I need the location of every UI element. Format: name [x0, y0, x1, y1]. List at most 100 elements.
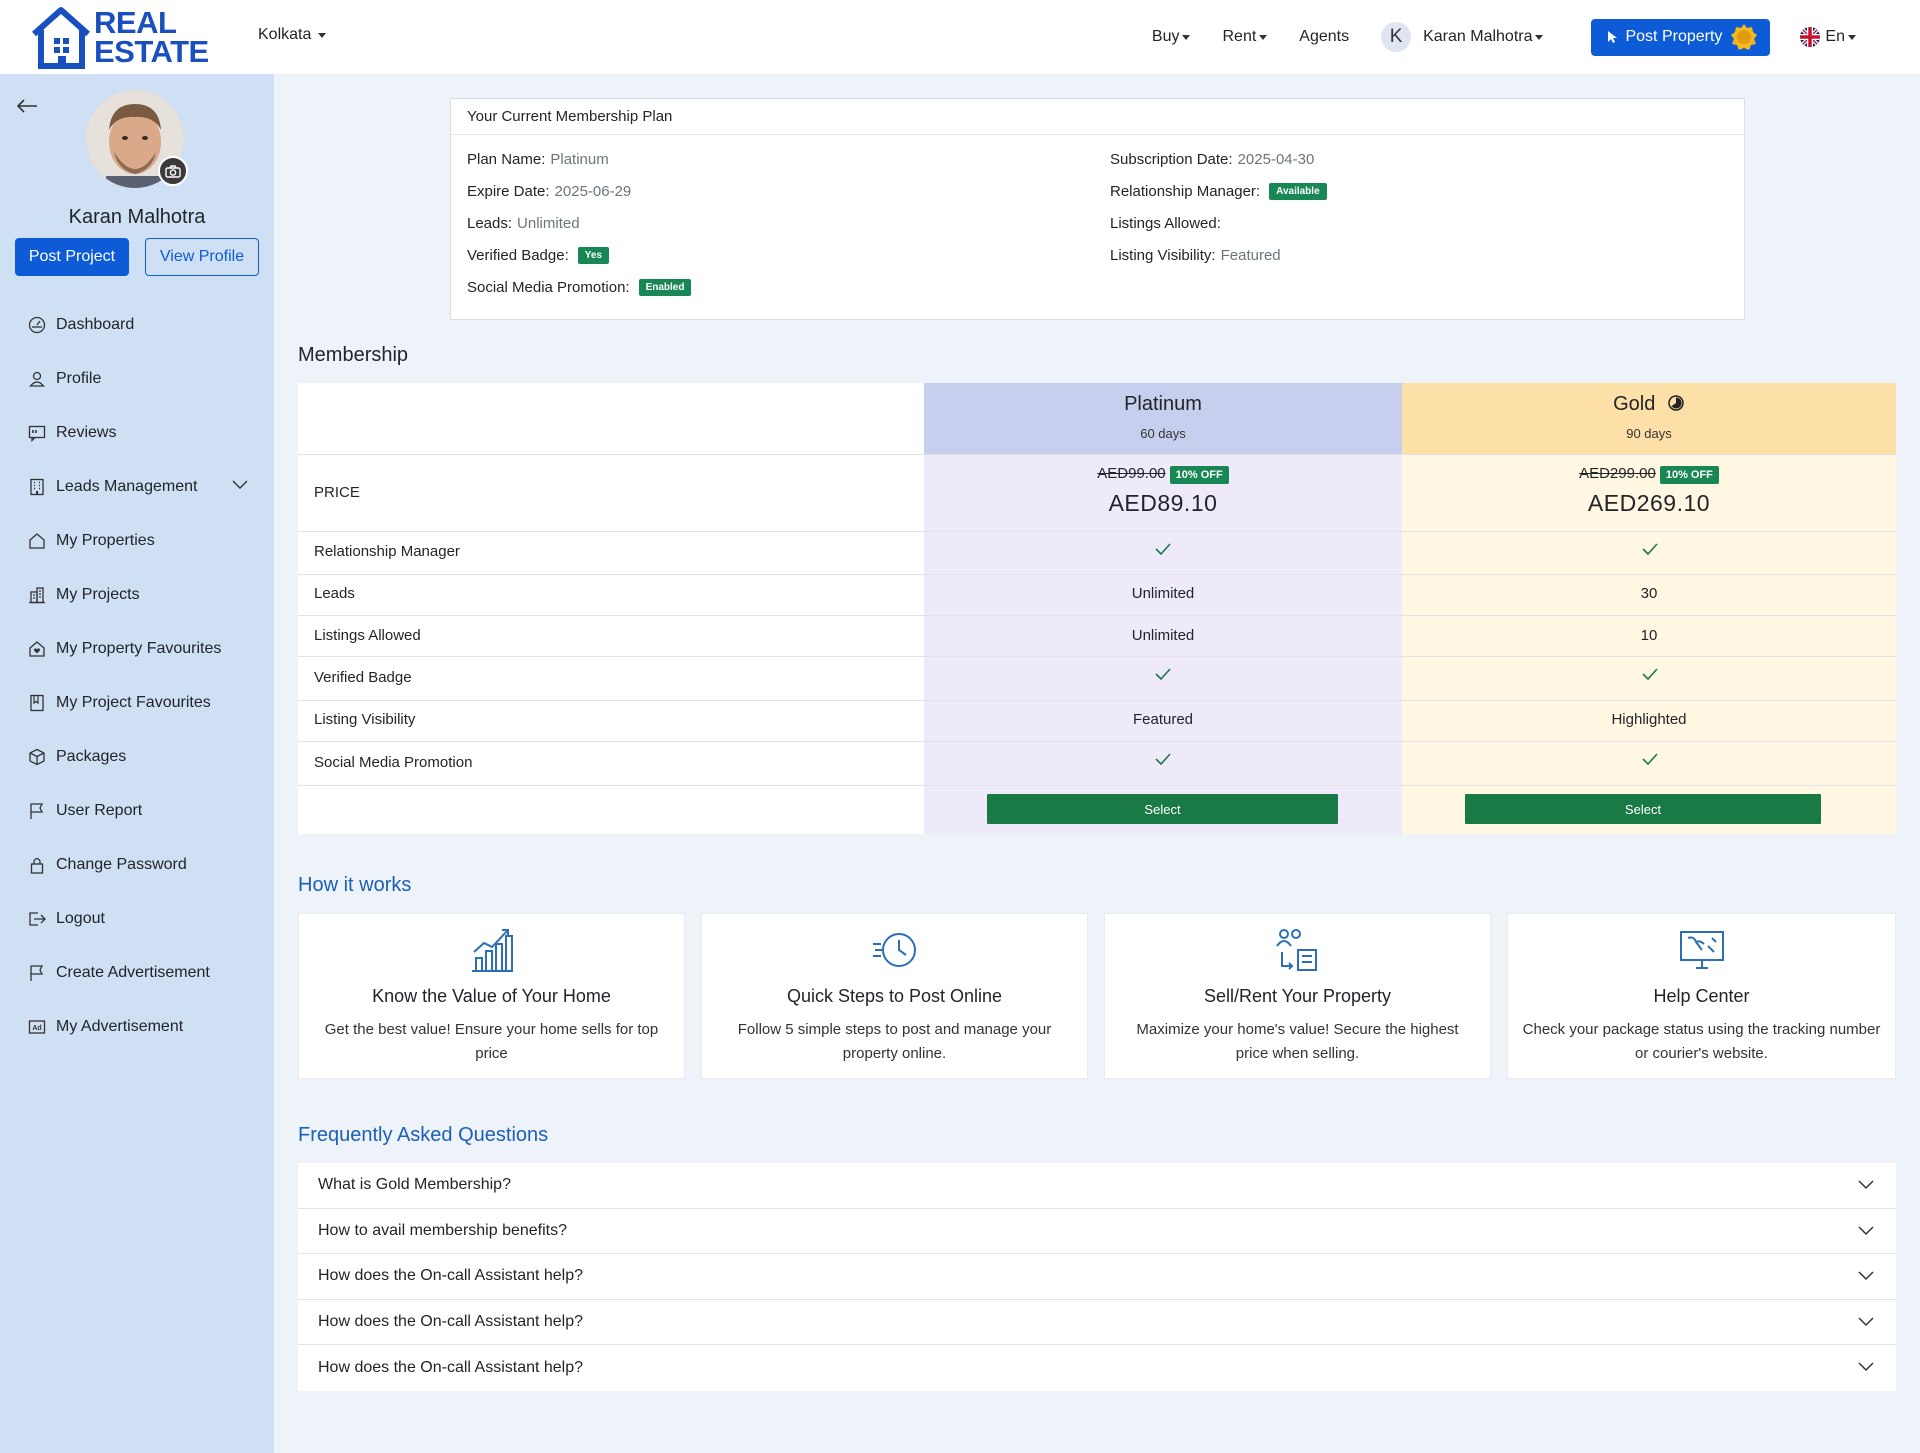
view-profile-button[interactable]: View Profile [145, 238, 259, 276]
sidebar-item-user-report[interactable]: User Report [0, 784, 274, 838]
user-name: Karan Malhotra [1423, 28, 1533, 45]
sidebar-item-label: Change Password [56, 856, 187, 873]
user-icon [29, 371, 45, 387]
exchange-people-icon [1275, 929, 1317, 971]
platinum-header: Platinum 60 days [924, 383, 1402, 454]
card-text: Maximize your home's value! Secure the h… [1136, 1021, 1459, 1062]
current-plan-title: Your Current Membership Plan [451, 99, 1744, 135]
gold-listings: 10 [1640, 627, 1658, 644]
nav-rent[interactable]: Rent [1222, 28, 1268, 46]
chart-growth-icon [471, 929, 513, 972]
faq-item[interactable]: How does the On-call Assistant help? [298, 1254, 1896, 1300]
row-label: Listing Visibility [314, 711, 416, 728]
sidebar-item-my-project-favourites[interactable]: My Project Favourites [0, 676, 274, 730]
leads-value: Unlimited [517, 215, 580, 232]
user-avatar: K [1381, 22, 1412, 52]
post-project-button[interactable]: Post Project [15, 238, 129, 276]
leads-row: Leads: Unlimited [467, 215, 580, 232]
sidebar-item-my-advertisement[interactable]: Ad My Advertisement [0, 1000, 274, 1054]
sidebar-item-reviews[interactable]: Reviews [0, 406, 274, 460]
house-icon [29, 533, 45, 549]
row-label: Leads [314, 585, 355, 602]
sidebar-item-my-projects[interactable]: My Projects [0, 568, 274, 622]
language-dropdown[interactable]: En [1800, 27, 1856, 47]
svg-text:Ad: Ad [32, 1025, 41, 1032]
faq-item[interactable]: How does the On-call Assistant help? [298, 1300, 1896, 1346]
sidebar-item-my-property-favourites[interactable]: My Property Favourites [0, 622, 274, 676]
relationship-manager-row: Relationship Manager: Available [1110, 183, 1327, 200]
faq-item[interactable]: How does the On-call Assistant help? [298, 1345, 1896, 1391]
camera-icon[interactable] [158, 156, 188, 186]
back-arrow-icon[interactable] [16, 98, 38, 114]
lock-icon [30, 857, 44, 874]
sidebar-item-packages[interactable]: Packages [0, 730, 274, 784]
buildings-icon [29, 587, 45, 604]
faq-question: What is Gold Membership? [318, 1176, 511, 1194]
caret-down-icon [318, 32, 327, 38]
platinum-listings: Unlimited [1131, 627, 1195, 644]
box-icon [29, 748, 45, 766]
plan-name-wrap: Gold [1402, 393, 1896, 416]
listings-allowed-row: Listings Allowed: [1110, 215, 1226, 232]
check-icon [1642, 668, 1658, 680]
plan-name: Platinum [1124, 393, 1202, 415]
chevron-down-icon [1858, 1180, 1874, 1190]
status-badge: Available [1269, 183, 1327, 200]
site-logo[interactable]: REAL ESTATE [30, 4, 209, 70]
chevron-down-icon [1858, 1317, 1874, 1326]
sidebar-item-create-advertisement[interactable]: Create Advertisement [0, 946, 274, 1000]
row-divider [298, 574, 1896, 575]
expire-date-row: Expire Date: 2025-06-29 [467, 183, 631, 200]
city-label: Kolkata [258, 26, 312, 43]
field-label: Plan Name: [467, 151, 546, 168]
row-label: Relationship Manager [314, 543, 460, 560]
select-gold-button[interactable]: Select [1465, 794, 1821, 824]
nav-agents-label: Agents [1299, 28, 1350, 45]
logout-icon [29, 912, 46, 926]
user-menu[interactable]: K Karan Malhotra [1381, 22, 1544, 52]
old-price: AED99.00 [1097, 465, 1166, 482]
field-label: Listings Allowed: [1110, 215, 1221, 232]
sidebar-item-logout[interactable]: Logout [0, 892, 274, 946]
building-icon [30, 478, 44, 496]
card-title: Help Center [1653, 986, 1750, 1006]
faq-item[interactable]: What is Gold Membership? [298, 1163, 1896, 1209]
check-icon [1155, 668, 1171, 680]
select-platinum-button[interactable]: Select [987, 794, 1338, 824]
caret-down-icon [1182, 34, 1191, 40]
nav-agents[interactable]: Agents [1299, 28, 1349, 46]
sidebar-item-label: User Report [56, 802, 143, 819]
sidebar-item-label: Create Advertisement [56, 964, 210, 981]
verified-badge-row: Verified Badge: Yes [467, 247, 609, 264]
sidebar-item-profile[interactable]: Profile [0, 352, 274, 406]
how-it-works-card: Sell/Rent Your Property Maximize your ho… [1104, 913, 1491, 1079]
field-label: Leads: [467, 215, 513, 232]
logo-text: REAL ESTATE [94, 7, 209, 67]
nav-buy-label: Buy [1151, 28, 1180, 45]
field-label: Verified Badge: [467, 247, 569, 264]
discount-badge: 10% OFF [1169, 466, 1229, 484]
post-property-button[interactable]: Post Property [1591, 18, 1771, 56]
sidebar-item-my-properties[interactable]: My Properties [0, 514, 274, 568]
caret-down-icon [1259, 34, 1268, 40]
city-dropdown[interactable]: Kolkata [258, 26, 327, 44]
row-divider [298, 785, 1896, 786]
nav-buy[interactable]: Buy [1152, 28, 1191, 46]
gold-visibility: Highlighted [1611, 711, 1687, 728]
sidebar-user-name: Karan Malhotra [68, 206, 206, 228]
gold-old-price: AED299.00 10% OFF [1402, 465, 1896, 484]
flag-icon [30, 803, 44, 819]
field-label: Subscription Date: [1110, 151, 1233, 168]
sidebar-item-leads-management[interactable]: Leads Management [0, 460, 274, 514]
subscription-date-value: 2025-04-30 [1237, 151, 1315, 168]
sidebar-item-dashboard[interactable]: Dashboard [0, 298, 274, 352]
how-it-works-card: Help Center Check your package status us… [1507, 913, 1896, 1079]
platinum-price: AED89.10 [1108, 490, 1218, 516]
faq-item[interactable]: How to avail membership benefits? [298, 1209, 1896, 1255]
caret-down-icon [1848, 34, 1856, 40]
sidebar-item-change-password[interactable]: Change Password [0, 838, 274, 892]
check-icon [1642, 543, 1658, 555]
row-divider [298, 700, 1896, 701]
card-title: Quick Steps to Post Online [786, 986, 1003, 1006]
check-icon [1155, 753, 1171, 765]
